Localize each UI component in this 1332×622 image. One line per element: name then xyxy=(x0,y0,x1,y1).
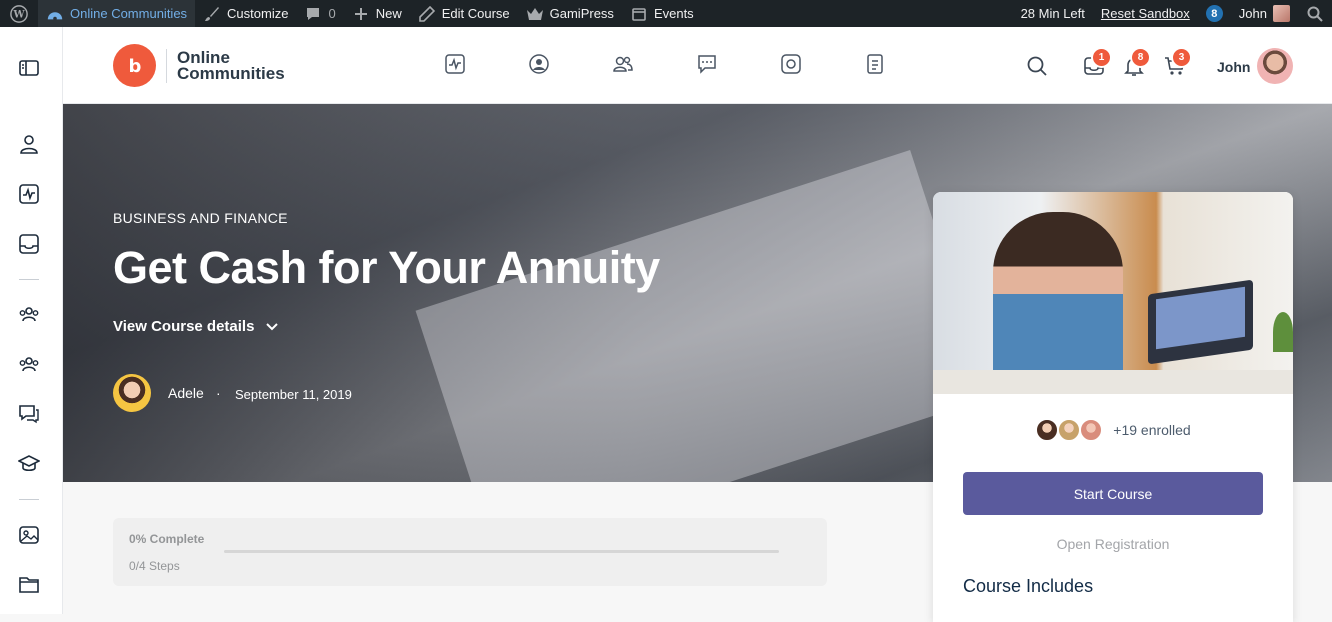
new-content-link[interactable]: New xyxy=(344,0,410,27)
svg-text:b: b xyxy=(128,56,141,77)
profile-icon[interactable] xyxy=(18,133,40,155)
groups-icon[interactable] xyxy=(18,303,40,325)
start-course-button[interactable]: Start Course xyxy=(963,472,1263,515)
courses-icon[interactable] xyxy=(17,453,41,475)
enrolled-count: +19 enrolled xyxy=(1113,422,1191,438)
reset-sandbox-label: Reset Sandbox xyxy=(1100,6,1190,21)
nav-members-icon[interactable] xyxy=(612,53,634,75)
gamipress-label: GamiPress xyxy=(549,6,614,21)
notification-count-badge: 8 xyxy=(1205,5,1223,22)
site-name-label: Online Communities xyxy=(70,6,188,21)
wordpress-logo-button[interactable]: W xyxy=(0,0,38,27)
thumbnail-person xyxy=(993,212,1123,394)
cart-count-badge: 3 xyxy=(1171,47,1192,68)
chevron-down-icon xyxy=(266,318,279,335)
enrolled-members: +19 enrolled xyxy=(933,418,1293,442)
nav-photos-icon[interactable] xyxy=(780,53,802,75)
sidebar-divider xyxy=(19,279,39,280)
notification-badge-button[interactable]: 8 xyxy=(1198,0,1231,27)
enrolled-avatar[interactable] xyxy=(1079,418,1104,442)
gamipress-link[interactable]: GamiPress xyxy=(518,0,622,27)
header-search-icon[interactable] xyxy=(1026,55,1048,77)
nav-forums-icon[interactable] xyxy=(696,53,718,75)
header-user-name[interactable]: John xyxy=(1217,59,1250,75)
nav-profile-icon[interactable] xyxy=(528,53,550,75)
reset-sandbox-link[interactable]: Reset Sandbox xyxy=(1093,0,1198,27)
progress-percent: 0% Complete xyxy=(129,532,205,546)
new-label: New xyxy=(375,6,402,21)
forums-icon[interactable] xyxy=(18,403,40,425)
pencil-icon xyxy=(418,5,436,23)
time-left-text: 28 Min Left xyxy=(1020,6,1085,21)
site-logo[interactable]: b xyxy=(113,44,156,87)
progress-bar xyxy=(224,550,779,553)
thumbnail-plant xyxy=(1273,312,1293,352)
events-label: Events xyxy=(653,6,694,21)
activity-icon[interactable] xyxy=(18,183,40,205)
logo-divider xyxy=(166,49,167,83)
course-title: Get Cash for Your Annuity xyxy=(113,242,660,293)
site-name-link[interactable]: Online Communities xyxy=(38,0,196,27)
customize-link[interactable]: Customize xyxy=(195,0,296,27)
sidebar-toggle-icon[interactable] xyxy=(18,57,40,79)
messages-count-badge: 1 xyxy=(1091,47,1112,68)
notifications-count-badge: 8 xyxy=(1130,47,1151,68)
author-name[interactable]: Adele xyxy=(168,385,204,401)
enrolled-avatar[interactable] xyxy=(1057,418,1082,442)
site-header: b Online Communities 1 8 3 John xyxy=(63,27,1332,104)
author-avatar[interactable] xyxy=(113,374,151,412)
comments-link[interactable]: 0 xyxy=(296,0,343,27)
course-includes-heading: Course Includes xyxy=(963,576,1094,596)
edit-course-link[interactable]: Edit Course xyxy=(410,0,518,27)
account-name: John xyxy=(1238,6,1267,21)
view-course-details-toggle[interactable]: View Course details xyxy=(113,318,279,335)
enrolled-avatar[interactable] xyxy=(1035,418,1060,442)
logo-text[interactable]: Online Communities xyxy=(177,49,317,82)
course-thumbnail xyxy=(933,192,1293,394)
time-left-label: 28 Min Left xyxy=(1013,0,1093,27)
account-avatar xyxy=(1273,5,1290,22)
thumbnail-desk xyxy=(933,370,1293,394)
search-icon xyxy=(1306,5,1324,23)
folder-icon[interactable] xyxy=(18,573,40,595)
left-sidebar xyxy=(0,27,63,614)
comment-icon xyxy=(304,5,322,23)
events-link[interactable]: Events xyxy=(622,0,702,27)
course-card: +19 enrolled Start Course Open Registrat… xyxy=(933,192,1293,622)
progress-steps: 0/4 Steps xyxy=(129,559,180,573)
wordpress-icon: W xyxy=(10,4,28,23)
dashboard-icon xyxy=(46,5,64,23)
inbox-icon[interactable] xyxy=(18,233,40,255)
view-course-details-label: View Course details xyxy=(113,318,255,335)
calendar-icon xyxy=(630,5,648,23)
admin-bar: W Online Communities Customize 0 New Edi… xyxy=(0,0,1332,27)
hero-background-image xyxy=(415,150,991,482)
photos-icon[interactable] xyxy=(18,524,40,546)
meta-separator: · xyxy=(216,385,221,401)
header-user-avatar[interactable] xyxy=(1257,48,1293,84)
plus-icon xyxy=(352,5,370,23)
nav-documents-icon[interactable] xyxy=(864,53,886,75)
comments-count: 0 xyxy=(328,6,336,21)
crown-icon xyxy=(526,5,544,23)
brush-icon xyxy=(203,5,221,23)
nav-activity-icon[interactable] xyxy=(444,53,466,75)
customize-label: Customize xyxy=(227,6,289,21)
account-menu[interactable]: John xyxy=(1231,0,1298,27)
svg-text:W: W xyxy=(12,9,25,20)
edit-course-label: Edit Course xyxy=(441,6,510,21)
course-category[interactable]: BUSINESS AND FINANCE xyxy=(113,210,288,226)
course-progress: 0% Complete 0/4 Steps xyxy=(113,518,827,586)
members-icon[interactable] xyxy=(18,353,40,375)
open-registration-label: Open Registration xyxy=(1056,536,1170,552)
admin-search-button[interactable] xyxy=(1298,0,1332,27)
course-date: September 11, 2019 xyxy=(235,387,352,402)
sidebar-divider-2 xyxy=(19,499,39,500)
thumbnail-laptop xyxy=(1148,279,1253,365)
